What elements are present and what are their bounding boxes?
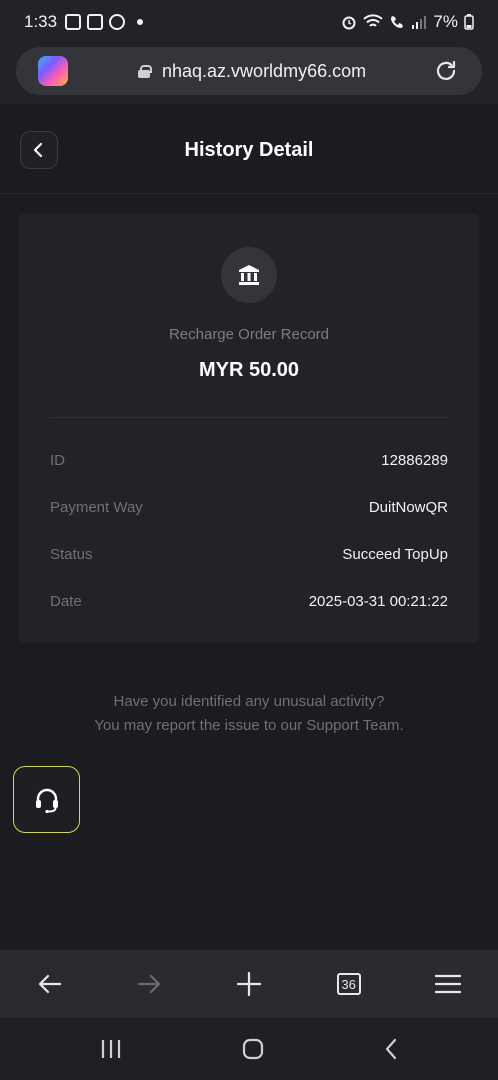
detail-value: DuitNowQR	[368, 499, 448, 516]
wifi-icon	[363, 14, 384, 27]
browser-forward-button[interactable]	[100, 950, 200, 1018]
detail-label: Status	[50, 546, 93, 563]
tab-count: 36	[336, 973, 361, 995]
system-back-icon[interactable]	[384, 1038, 398, 1060]
chevron-left-icon	[33, 142, 43, 158]
headset-icon	[35, 788, 58, 813]
support-button[interactable]	[13, 766, 80, 833]
address-bar[interactable]: nhaq.az.vworldmy66.com	[16, 47, 482, 95]
browser-toolbar: 36	[0, 950, 498, 1018]
detail-value: Succeed TopUp	[342, 546, 448, 563]
lock-icon[interactable]	[138, 64, 152, 78]
page-title: History Detail	[184, 139, 314, 161]
status-bar: 1:33 7%	[0, 0, 498, 44]
reload-icon[interactable]	[434, 59, 458, 83]
detail-label: Date	[50, 593, 82, 610]
card-divider	[50, 417, 448, 418]
system-nav-bar	[0, 1018, 498, 1080]
browser-menu-button[interactable]	[398, 950, 498, 1018]
status-time: 1:33	[24, 12, 58, 31]
order-type-label: Recharge Order Record	[168, 326, 330, 343]
detail-row-status: Status Succeed TopUp	[50, 546, 448, 563]
detail-row-id: ID 12886289	[50, 452, 448, 469]
bank-icon-badge	[221, 247, 277, 303]
m-app-icon	[109, 14, 126, 30]
tabs-button[interactable]: 36	[299, 950, 399, 1018]
page-header: History Detail	[0, 104, 498, 194]
signal-icon	[412, 16, 427, 29]
image-icon	[65, 14, 82, 30]
bank-icon	[239, 265, 259, 285]
browser-address-area: nhaq.az.vworldmy66.com	[0, 44, 498, 104]
new-tab-button[interactable]	[199, 950, 299, 1018]
detail-label: ID	[50, 452, 65, 469]
order-amount: MYR 50.00	[198, 359, 300, 381]
battery-percent: 7%	[433, 12, 458, 31]
copilot-icon[interactable]	[38, 56, 68, 86]
status-right-icons: 7%	[341, 12, 474, 32]
url-text[interactable]: nhaq.az.vworldmy66.com	[162, 61, 366, 82]
back-button[interactable]	[20, 131, 58, 169]
recent-apps-icon[interactable]	[100, 1039, 122, 1059]
support-notice: Have you identified any unusual activity…	[0, 690, 498, 738]
plus-icon	[236, 972, 261, 996]
status-left-icons	[65, 14, 144, 30]
detail-label: Payment Way	[50, 499, 143, 516]
detail-row-payment-way: Payment Way DuitNowQR	[50, 499, 448, 516]
detail-row-date: Date 2025-03-31 00:21:22	[50, 593, 448, 610]
detail-value: 12886289	[381, 452, 448, 469]
notification-dot-icon	[137, 19, 144, 25]
notice-line-2: You may report the issue to our Support …	[94, 717, 404, 734]
notice-line-1: Have you identified any unusual activity…	[113, 693, 385, 710]
battery-icon	[464, 14, 474, 30]
browser-back-button[interactable]	[0, 950, 100, 1018]
menu-icon	[435, 974, 462, 994]
alarm-icon	[342, 16, 356, 30]
history-detail-card: Recharge Order Record MYR 50.00 ID 12886…	[19, 214, 479, 643]
arrow-left-icon	[38, 974, 61, 994]
home-icon[interactable]	[242, 1038, 264, 1060]
instagram-icon	[87, 14, 104, 30]
detail-value: 2025-03-31 00:21:22	[308, 593, 448, 610]
call-icon	[391, 16, 404, 28]
arrow-right-icon	[138, 974, 161, 994]
